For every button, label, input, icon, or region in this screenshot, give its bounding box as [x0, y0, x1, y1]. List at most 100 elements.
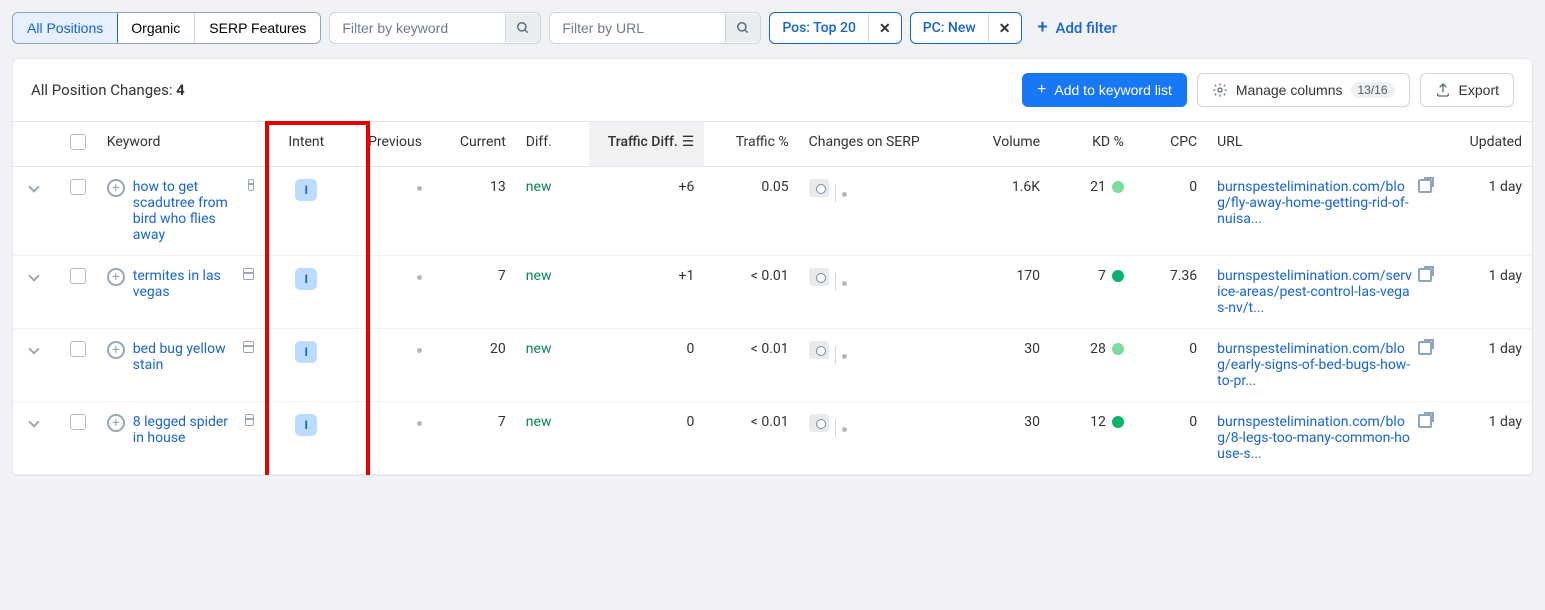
col-previous[interactable]: Previous — [348, 122, 432, 167]
serp-preview-icon[interactable] — [243, 341, 254, 353]
tab-organic[interactable]: Organic — [117, 13, 195, 43]
updated-value: 1 day — [1448, 167, 1532, 256]
filter-chip-pc[interactable]: PC: New ✕ — [910, 12, 1022, 44]
serp-preview-icon[interactable] — [245, 414, 255, 426]
col-kd[interactable]: KD % — [1050, 122, 1134, 167]
table-wrapper: Keyword Intent Previous Current Diff. Tr… — [13, 121, 1532, 475]
external-link-icon[interactable] — [1418, 179, 1432, 193]
filter-keyword-input[interactable] — [330, 13, 505, 43]
serp-changes-icon[interactable] — [809, 268, 829, 286]
serp-changes-icon[interactable] — [809, 341, 829, 359]
traffic-pct-value: < 0.01 — [704, 329, 798, 402]
expand-chevron-icon[interactable] — [28, 416, 39, 427]
col-updated[interactable]: Updated — [1448, 122, 1532, 167]
chip-close-button[interactable]: ✕ — [988, 14, 1021, 42]
add-keyword-icon[interactable]: + — [107, 341, 125, 359]
row-checkbox[interactable] — [70, 341, 86, 357]
keyword-link[interactable]: termites in las vegas — [133, 268, 230, 300]
volume-value: 170 — [956, 256, 1050, 329]
filter-keyword-search-button[interactable] — [505, 14, 540, 42]
add-to-keyword-list-button[interactable]: + Add to keyword list — [1022, 73, 1187, 107]
filter-chip-position[interactable]: Pos: Top 20 ✕ — [769, 12, 901, 44]
serp-empty-dot — [842, 281, 847, 286]
url-link[interactable]: burnspestelimination.com/blog/8-legs-too… — [1217, 414, 1412, 462]
previous-empty-dot — [417, 348, 422, 353]
external-link-icon[interactable] — [1418, 268, 1432, 282]
diff-value: new — [526, 341, 552, 357]
checkbox-all[interactable] — [70, 134, 86, 150]
manage-columns-button[interactable]: Manage columns 13/16 — [1197, 73, 1410, 107]
chip-label: Pos: Top 20 — [770, 13, 868, 43]
current-value: 20 — [432, 329, 516, 402]
serp-preview-icon[interactable] — [243, 268, 254, 280]
col-changes[interactable]: Changes on SERP — [799, 122, 956, 167]
col-traffic-pct[interactable]: Traffic % — [704, 122, 798, 167]
expand-chevron-icon[interactable] — [28, 343, 39, 354]
serp-preview-icon[interactable] — [248, 179, 254, 191]
row-checkbox[interactable] — [70, 268, 86, 284]
separator — [835, 346, 836, 364]
filter-url-box — [549, 12, 761, 44]
filter-url-search-button[interactable] — [725, 14, 760, 42]
col-intent[interactable]: Intent — [264, 122, 348, 167]
search-icon — [516, 21, 530, 35]
traffic-pct-value: < 0.01 — [704, 256, 798, 329]
table-header-row: Keyword Intent Previous Current Diff. Tr… — [13, 122, 1532, 167]
previous-empty-dot — [417, 186, 422, 191]
tab-all-positions[interactable]: All Positions — [12, 12, 118, 44]
row-checkbox[interactable] — [70, 414, 86, 430]
traffic-diff-value: +1 — [589, 256, 704, 329]
cpc-value: 0 — [1134, 329, 1207, 402]
kd-value: 21 — [1090, 179, 1106, 195]
kd-value: 12 — [1090, 414, 1106, 430]
plus-icon: + — [1038, 19, 1048, 37]
tab-serp-features[interactable]: SERP Features — [195, 13, 320, 43]
col-keyword[interactable]: Keyword — [97, 122, 265, 167]
button-label: Add to keyword list — [1054, 82, 1172, 98]
keyword-link[interactable]: how to get scadutree from bird who flies… — [133, 179, 234, 243]
results-count-label: All Position Changes: 4 — [31, 81, 185, 99]
external-link-icon[interactable] — [1418, 341, 1432, 355]
updated-value: 1 day — [1448, 402, 1532, 475]
external-link-icon[interactable] — [1418, 414, 1432, 428]
url-link[interactable]: burnspestelimination.com/blog/early-sign… — [1217, 341, 1412, 389]
expand-chevron-icon[interactable] — [28, 270, 39, 281]
volume-value: 30 — [956, 402, 1050, 475]
table-row: + 8 legged spider in house I 7 new 0 < 0… — [13, 402, 1532, 475]
serp-changes-icon[interactable] — [809, 179, 829, 197]
add-filter-button[interactable]: + Add filter — [1030, 13, 1126, 43]
intent-badge: I — [295, 179, 317, 201]
row-checkbox[interactable] — [70, 179, 86, 195]
serp-empty-dot — [842, 427, 847, 432]
table-row: + termites in las vegas I 7 new +1 < 0.0… — [13, 256, 1532, 329]
add-keyword-icon[interactable]: + — [107, 414, 125, 432]
add-keyword-icon[interactable]: + — [107, 268, 125, 286]
export-button[interactable]: Export — [1420, 73, 1514, 107]
col-diff[interactable]: Diff. — [516, 122, 589, 167]
url-link[interactable]: burnspestelimination.com/service-areas/p… — [1217, 268, 1412, 316]
keyword-link[interactable]: 8 legged spider in house — [133, 414, 231, 446]
serp-changes-icon[interactable] — [809, 414, 829, 432]
kd-value: 28 — [1090, 341, 1106, 357]
cpc-value: 0 — [1134, 167, 1207, 256]
url-link[interactable]: burnspestelimination.com/blog/fly-away-h… — [1217, 179, 1412, 227]
col-traffic-diff[interactable]: Traffic Diff.☰ — [589, 122, 704, 167]
kd-dot-icon — [1112, 416, 1124, 428]
table-row: + how to get scadutree from bird who fli… — [13, 167, 1532, 256]
expand-chevron-icon[interactable] — [28, 181, 39, 192]
separator — [835, 184, 836, 202]
keyword-link[interactable]: bed bug yellow stain — [133, 341, 229, 373]
col-url[interactable]: URL — [1207, 122, 1448, 167]
kd-value: 7 — [1098, 268, 1106, 284]
chip-close-button[interactable]: ✕ — [868, 14, 901, 42]
previous-empty-dot — [417, 421, 422, 426]
volume-value: 1.6K — [956, 167, 1050, 256]
card-header: All Position Changes: 4 + Add to keyword… — [13, 59, 1532, 121]
col-current[interactable]: Current — [432, 122, 516, 167]
add-keyword-icon[interactable]: + — [107, 179, 125, 197]
col-cpc[interactable]: CPC — [1134, 122, 1207, 167]
title-prefix: All Position Changes: — [31, 81, 176, 99]
filter-url-input[interactable] — [550, 13, 725, 43]
col-volume[interactable]: Volume — [956, 122, 1050, 167]
col-expand — [13, 122, 59, 167]
